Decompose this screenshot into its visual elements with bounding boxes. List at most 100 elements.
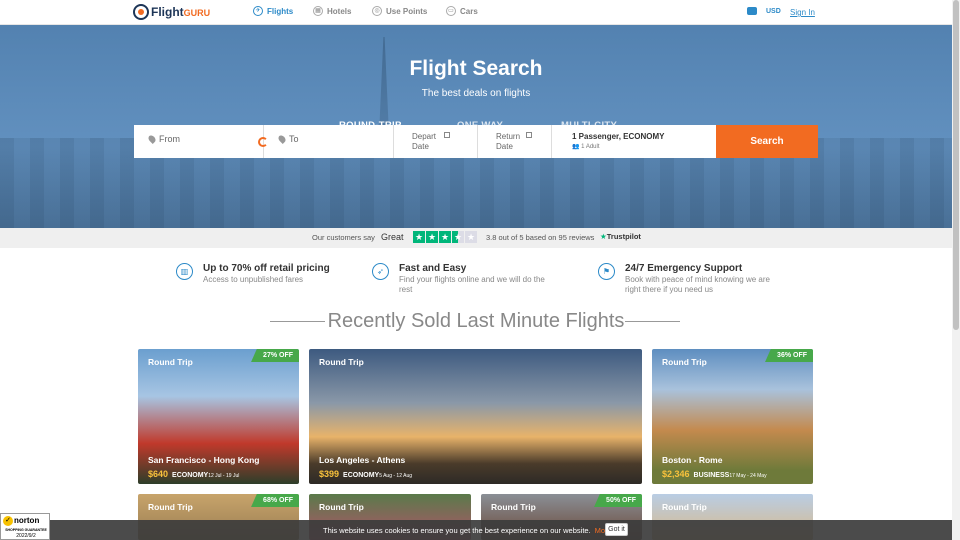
feature-title: 24/7 Emergency Support <box>625 263 743 274</box>
rating-stars: ★ ★ ★ ★ ★ <box>413 231 478 243</box>
card-trip-type: Round Trip <box>319 502 364 512</box>
card-class: ECONOMY <box>172 472 209 479</box>
calendar-icon <box>444 132 450 138</box>
card-trip-type: Round Trip <box>662 357 707 367</box>
card-price: $640 <box>148 469 169 479</box>
logo-icon <box>133 4 149 20</box>
feature-title: Up to 70% off retail pricing <box>203 263 330 274</box>
divider-right <box>625 321 680 322</box>
logo-accent: GURU <box>183 8 211 18</box>
scrollbar[interactable] <box>952 0 960 540</box>
search-button[interactable]: Search <box>716 125 818 158</box>
logo[interactable]: FlightGURU <box>133 4 210 20</box>
card-route: San Francisco - Hong Kong <box>148 455 260 465</box>
feature-desc: Book with peace of mind knowing we are r… <box>625 275 770 294</box>
card-class: ECONOMY <box>343 472 380 479</box>
card-route: Boston - Rome <box>662 455 723 465</box>
depart-label: Depart <box>412 132 437 141</box>
discount-badge: 36% OFF <box>765 349 813 362</box>
location-pin-icon <box>147 134 157 144</box>
feature-desc: Access to unpublished fares <box>203 275 304 284</box>
logo-text: Flight <box>151 5 184 19</box>
depart-date-field[interactable]: Depart Date <box>394 125 478 158</box>
card-dates: 5 Aug - 12 Aug <box>379 473 413 479</box>
card-class: BUSINESS <box>693 472 730 479</box>
star-icon: ★ <box>413 231 425 243</box>
hotel-icon: ▦ <box>313 6 323 16</box>
nav-hotels[interactable]: ▦ Hotels <box>313 6 351 16</box>
feature-desc: Find your flights online and we will do … <box>399 275 545 294</box>
nav-flights-label: Flights <box>267 6 294 16</box>
norton-date: 2022/9/2 <box>16 533 36 539</box>
nav-use-points-label: Use Points <box>386 6 428 16</box>
card-trip-type: Round Trip <box>662 502 707 512</box>
flight-card[interactable]: Round Trip 36% OFF Boston - Rome $2,346 B… <box>652 349 813 484</box>
card-trip-type: Round Trip <box>148 357 193 367</box>
nav-use-points[interactable]: ◎ Use Points <box>372 6 427 16</box>
flight-card[interactable]: Round Trip Los Angeles - Athens $399 ECON… <box>309 349 642 484</box>
discount-badge: 68% OFF <box>251 494 299 507</box>
star-icon: ★ <box>426 231 438 243</box>
section-title: Recently Sold Last Minute Flights <box>327 310 625 332</box>
card-trip-type: Round Trip <box>319 357 364 367</box>
points-icon: ◎ <box>372 6 382 16</box>
location-pin-icon <box>277 134 287 144</box>
flight-card[interactable]: Round Trip 27% OFF San Francisco - Hong … <box>138 349 299 484</box>
scrollbar-thumb[interactable] <box>953 0 959 330</box>
car-icon: ▭ <box>446 6 456 16</box>
star-icon: ★ <box>439 231 451 243</box>
currency-selector[interactable]: USD <box>766 8 781 15</box>
top-nav: FlightGURU ✈ Flights ▦ Hotels ◎ Use Poin… <box>0 0 952 25</box>
cookie-accept-button[interactable]: Got it <box>605 523 628 536</box>
return-label-date: Date <box>496 142 513 151</box>
language-icon[interactable] <box>747 7 757 15</box>
norton-badge[interactable]: ✓ norton SHOPPING GUARANTEE 2022/9/2 <box>0 513 50 540</box>
nav-cars-label: Cars <box>460 6 478 16</box>
flag-icon: ⚑ <box>598 263 615 280</box>
to-field[interactable]: To <box>264 125 394 158</box>
calendar-icon <box>526 132 532 138</box>
checkmark-icon: ✓ <box>3 516 13 526</box>
discount-icon: ▥ <box>176 263 193 280</box>
card-trip-type: Round Trip <box>148 502 193 512</box>
card-route: Los Angeles - Athens <box>319 455 406 465</box>
nav-hotels-label: Hotels <box>327 6 352 16</box>
discount-badge: 27% OFF <box>251 349 299 362</box>
trust-score: 3.8 out of 5 based on 95 reviews <box>486 233 595 242</box>
feature-title: Fast and Easy <box>399 263 467 274</box>
page-subtitle: The best deals on flights <box>421 88 531 99</box>
flight-search-form: From To Depart Date Return Date 1 Passenge… <box>134 125 716 158</box>
card-dates: 17 May - 24 May <box>729 473 767 479</box>
page-title: Flight Search <box>409 57 543 80</box>
rocket-icon: ➶ <box>372 263 389 280</box>
cookie-banner: This website uses cookies to ensure you … <box>0 520 952 540</box>
nav-cars[interactable]: ▭ Cars <box>446 6 478 16</box>
norton-subtitle: SHOPPING GUARANTEE <box>5 528 47 532</box>
card-price: $2,346 <box>662 469 690 479</box>
sign-in-link[interactable]: Sign In <box>790 8 815 17</box>
trustpilot-star-icon: ★ <box>600 232 607 241</box>
from-placeholder: From <box>159 134 180 144</box>
card-price: $399 <box>319 469 340 479</box>
trustpilot-logo[interactable]: ★Trustpilot <box>600 232 641 241</box>
passengers-field[interactable]: 1 Passenger, ECONOMY 👥 1 Adult <box>552 125 716 158</box>
from-field[interactable]: From <box>134 125 268 158</box>
depart-label-date: Date <box>412 142 429 151</box>
discount-badge: 50% OFF <box>594 494 642 507</box>
plane-icon: ✈ <box>253 6 263 16</box>
return-label: Return <box>496 132 521 141</box>
trust-word: Great <box>381 232 404 242</box>
star-half-icon: ★ <box>452 231 464 243</box>
trustpilot-brand: Trustpilot <box>606 232 641 241</box>
passengers-summary: 1 Passenger, ECONOMY <box>572 132 665 141</box>
norton-name: norton <box>14 516 40 525</box>
nav-flights[interactable]: ✈ Flights <box>253 6 293 16</box>
cookie-text: This website uses cookies to ensure you … <box>323 526 591 535</box>
to-placeholder: To <box>289 134 299 144</box>
people-icon: 👥 <box>572 144 582 150</box>
star-empty-icon: ★ <box>465 231 477 243</box>
passengers-adults: 1 Adult <box>581 144 600 150</box>
trustpilot-bar: Our customers say Great ★ ★ ★ ★ ★ 3.8 ou… <box>0 228 952 248</box>
return-date-field[interactable]: Return Date <box>478 125 552 158</box>
card-trip-type: Round Trip <box>491 502 536 512</box>
